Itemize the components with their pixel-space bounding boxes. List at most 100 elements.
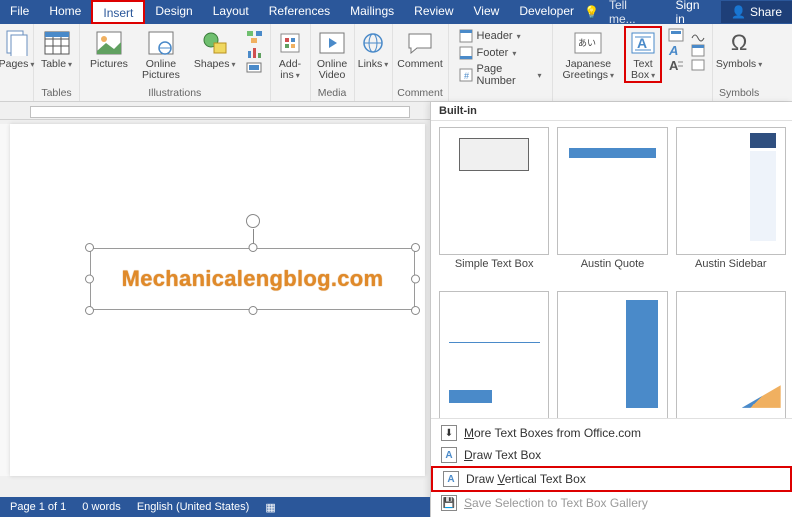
smartart-icon[interactable] [246, 30, 264, 44]
links-button[interactable]: Links [354, 26, 393, 70]
resize-handle-e[interactable] [411, 275, 420, 284]
rotation-handle[interactable] [246, 214, 260, 228]
tab-insert[interactable]: Insert [91, 0, 145, 24]
gallery-item-simple-text-box[interactable]: Simple Text Box [439, 127, 549, 287]
group-pages: Pages [0, 24, 34, 101]
gallery-item-banded-sidebar[interactable]: Banded Sidebar [557, 291, 667, 418]
tab-review[interactable]: Review [404, 0, 463, 24]
quick-parts-icon[interactable] [668, 28, 684, 42]
footer-icon [459, 46, 473, 60]
status-language[interactable]: English (United States) [137, 501, 250, 513]
footer-button[interactable]: Footer▾ [455, 45, 546, 61]
gallery-item-banded-quote[interactable]: Banded Quote [439, 291, 549, 418]
vertical-ruler[interactable] [0, 124, 10, 476]
online-video-button[interactable]: Online Video [313, 26, 351, 81]
online-pictures-button[interactable]: Online Pictures [138, 26, 184, 81]
draw-vertical-text-box-option[interactable]: A Draw Vertical Text Box [431, 466, 792, 492]
date-time-icon[interactable] [690, 43, 706, 57]
tab-file[interactable]: File [0, 0, 39, 24]
draw-text-box-label: Draw Text Box [464, 448, 541, 462]
object-icon[interactable] [690, 58, 706, 72]
table-icon [43, 29, 71, 57]
resize-handle-w[interactable] [85, 275, 94, 284]
gallery-item-facet-quote[interactable]: Facet Quote [676, 291, 786, 418]
pages-label: Pages [0, 59, 34, 70]
screenshot-icon[interactable] [246, 60, 264, 74]
japanese-greetings-button[interactable]: あい Japanese Greetings [559, 26, 619, 81]
pictures-button[interactable]: Pictures [86, 26, 132, 70]
comment-button[interactable]: Comment [393, 26, 447, 70]
gallery-heading: Built-in [431, 102, 792, 121]
group-symbols: Ω Symbols Symbols [713, 24, 765, 101]
share-button[interactable]: 👤 Share [721, 1, 792, 23]
svg-text:A: A [669, 58, 679, 72]
tab-view[interactable]: View [464, 0, 510, 24]
symbols-button[interactable]: Ω Symbols [712, 26, 766, 70]
status-bar: Page 1 of 1 0 words English (United Stat… [0, 497, 430, 517]
status-macro-icon[interactable]: ▦ [265, 501, 275, 514]
group-links: Links [355, 24, 393, 101]
japanese-greetings-icon: あい [574, 29, 602, 57]
group-illustrations: Pictures Online Pictures Shapes [80, 24, 271, 101]
resize-handle-se[interactable] [411, 306, 420, 315]
ribbon-insert: Pages Table Tables Pictures [0, 24, 792, 102]
gallery-item-austin-quote[interactable]: Austin Quote [557, 127, 667, 287]
table-button[interactable]: Table [37, 26, 76, 70]
gallery-item-austin-sidebar[interactable]: Austin Sidebar [676, 127, 786, 287]
signin-link[interactable]: Sign in [665, 0, 721, 26]
tell-me[interactable]: Tell me... [599, 0, 666, 26]
status-words[interactable]: 0 words [82, 501, 121, 513]
footer-label: Footer [477, 47, 509, 59]
horizontal-ruler[interactable] [0, 102, 430, 120]
resize-handle-nw[interactable] [85, 243, 94, 252]
shapes-button[interactable]: Shapes [190, 26, 240, 70]
signature-line-icon[interactable] [690, 28, 706, 42]
more-text-boxes-option[interactable]: ⬇ More Text Boxes from Office.com More T… [431, 422, 792, 444]
group-tables: Table Tables [34, 24, 80, 101]
group-comments: Comment Comment [393, 24, 449, 101]
text-box-button[interactable]: A Text Box [624, 26, 662, 83]
header-button[interactable]: Header▾ [455, 28, 546, 44]
resize-handle-sw[interactable] [85, 306, 94, 315]
group-tables-label: Tables [41, 87, 71, 101]
pages-button[interactable]: Pages [0, 26, 38, 70]
tab-developer[interactable]: Developer [509, 0, 584, 24]
group-addins: Add- ins [271, 24, 311, 101]
wordart-icon[interactable]: A [668, 43, 684, 57]
draw-text-box-option[interactable]: A Draw Text Box [431, 444, 792, 466]
tab-home[interactable]: Home [39, 0, 91, 24]
comment-icon [406, 29, 434, 57]
resize-handle-n[interactable] [248, 243, 257, 252]
bulb-icon: 💡 [584, 5, 599, 19]
page-number-icon: # [459, 68, 473, 82]
draw-vertical-text-box-label: Draw Vertical Text Box [466, 472, 586, 486]
page-number-button[interactable]: # Page Number▾ [455, 62, 546, 88]
download-icon: ⬇ [441, 425, 457, 441]
textbox-content[interactable]: Mechanicalengblog.com [122, 266, 384, 292]
status-page[interactable]: Page 1 of 1 [10, 501, 66, 513]
pictures-icon [95, 29, 123, 57]
group-media-label: Media [318, 87, 347, 101]
chart-icon[interactable] [246, 45, 264, 59]
tab-design[interactable]: Design [145, 0, 202, 24]
online-pictures-icon [147, 29, 175, 57]
drop-cap-icon[interactable]: A [668, 58, 684, 72]
group-illustrations-label: Illustrations [148, 87, 201, 101]
resize-handle-s[interactable] [248, 306, 257, 315]
shapes-icon [201, 29, 229, 57]
tab-references[interactable]: References [259, 0, 340, 24]
tab-layout[interactable]: Layout [203, 0, 259, 24]
gallery-item-label: Austin Sidebar [695, 255, 767, 270]
gallery-footer: ⬇ More Text Boxes from Office.com More T… [431, 418, 792, 517]
group-comments-label: Comment [397, 87, 443, 101]
selected-textbox[interactable]: Mechanicalengblog.com [90, 248, 415, 310]
resize-handle-ne[interactable] [411, 243, 420, 252]
addins-label: Add- ins [279, 59, 301, 81]
more-text-boxes-label: More Text Boxes from Office.com [464, 426, 641, 440]
text-box-gallery: Built-in Simple Text Box Austin Quote Au… [430, 102, 792, 517]
addins-button[interactable]: Add- ins [272, 26, 308, 81]
page-number-label: Page Number [477, 63, 534, 87]
text-box-label: Text Box [631, 59, 655, 81]
tab-mailings[interactable]: Mailings [340, 0, 404, 24]
share-label: Share [750, 5, 782, 19]
